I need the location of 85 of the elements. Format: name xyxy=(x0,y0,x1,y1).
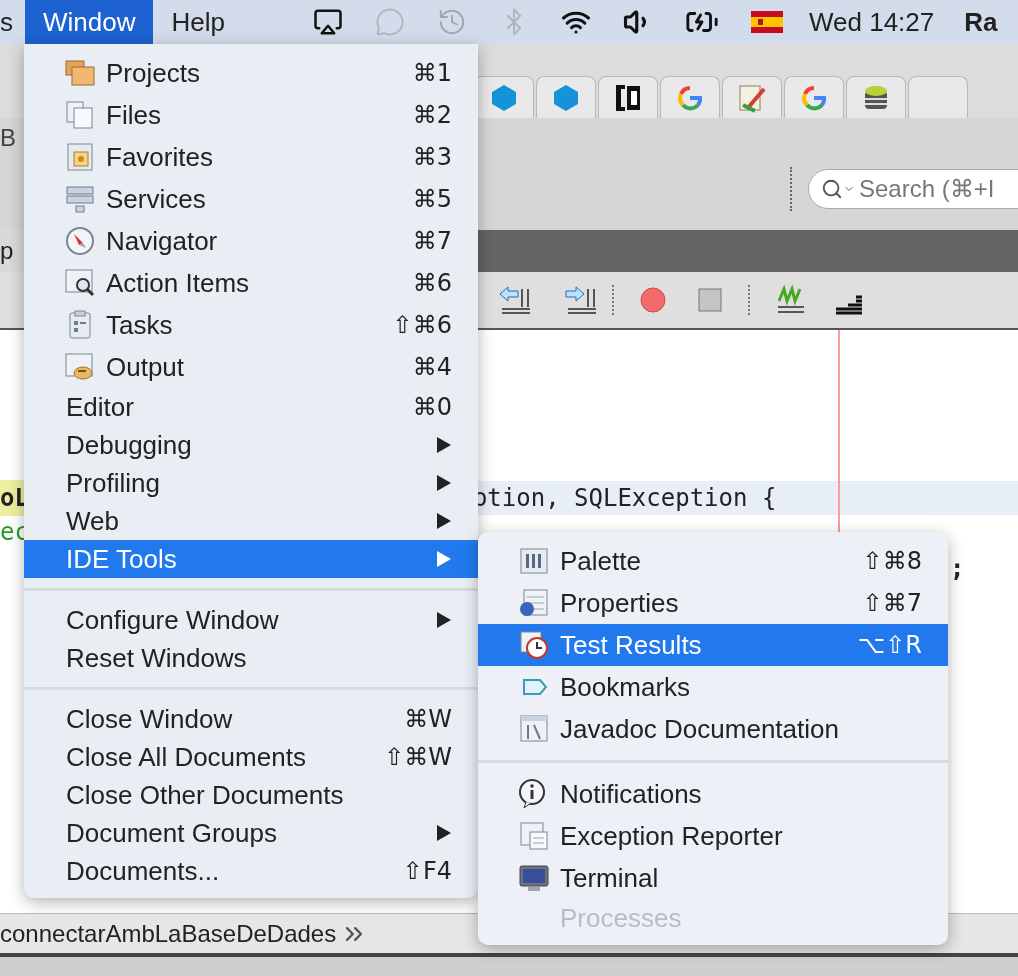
search-icon[interactable] xyxy=(821,178,843,200)
menu-item[interactable]: Navigator ⌘7 xyxy=(24,220,478,262)
shortcut-label: ⇧⌘W xyxy=(384,742,452,773)
compass-icon xyxy=(64,225,96,257)
browser-tab[interactable] xyxy=(846,76,906,118)
menu-item[interactable]: Properties ⇧⌘7 xyxy=(478,582,948,624)
menu-item[interactable]: Test Results ⌥⇧R xyxy=(478,624,948,666)
menu-item[interactable]: Javadoc Documentation xyxy=(478,708,948,750)
shortcut-label: ⇧F4 xyxy=(402,856,452,887)
shortcut-label: ⌥⇧R xyxy=(857,630,922,661)
menu-item[interactable]: Configure Window xyxy=(24,601,478,639)
menu-bar-item[interactable]: s xyxy=(0,0,25,44)
menu-item[interactable]: Projects ⌘1 xyxy=(24,52,478,94)
menu-item[interactable]: Editor ⌘0 xyxy=(24,388,478,426)
shortcut-label: ⌘6 xyxy=(412,268,452,299)
menu-item[interactable]: Exception Reporter xyxy=(478,815,948,857)
folders-icon xyxy=(64,57,96,89)
record-icon[interactable] xyxy=(640,287,666,313)
server-icon xyxy=(64,183,96,215)
menu-item[interactable]: Documents... ⇧F4 xyxy=(24,852,478,890)
notepad-pencil-icon xyxy=(737,82,767,113)
shortcut-label: ⌘W xyxy=(404,704,452,735)
shortcut-label: ⌘2 xyxy=(412,100,452,131)
menu-item[interactable]: Bookmarks xyxy=(478,666,948,708)
shortcut-label: ⇧⌘8 xyxy=(862,546,922,577)
monitor-icon xyxy=(518,862,550,894)
output-window-icon xyxy=(64,351,96,383)
macro-icon[interactable] xyxy=(776,285,806,315)
menu-item[interactable]: Services ⌘5 xyxy=(24,178,478,220)
submenu-arrow-icon xyxy=(436,436,452,454)
submenu-arrow-icon xyxy=(436,611,452,629)
stopwatch-icon xyxy=(518,629,550,661)
hexagon-icon xyxy=(491,83,517,112)
shortcut-label: ⌘0 xyxy=(412,392,452,423)
search-field[interactable]: Search (⌘+I xyxy=(808,169,1018,209)
airplay-icon[interactable] xyxy=(312,7,343,37)
window-title: B xyxy=(0,123,16,153)
menu-item[interactable]: Debugging xyxy=(24,426,478,464)
clock-text[interactable]: Wed 14:27 xyxy=(808,2,935,42)
shortcut-label: ⌘7 xyxy=(412,226,452,257)
menu-item[interactable]: Action Items ⌘6 xyxy=(24,262,478,304)
menu-item[interactable]: Palette ⇧⌘8 xyxy=(478,540,948,582)
window-magnifier-icon xyxy=(64,267,96,299)
shift-right-icon[interactable] xyxy=(564,285,598,315)
menu-item[interactable]: Tasks ⇧⌘6 xyxy=(24,304,478,346)
menu-item[interactable]: Output ⌘4 xyxy=(24,346,478,388)
menu-item[interactable]: Close Other Documents xyxy=(24,776,478,814)
flag-icon[interactable] xyxy=(750,11,783,33)
bracket-logo-icon xyxy=(613,82,643,113)
properties-icon xyxy=(518,587,550,619)
editor-tab[interactable]: p xyxy=(0,230,24,272)
user-name[interactable]: Ra xyxy=(964,2,998,42)
code-text: ; xyxy=(950,554,965,585)
favorites-window-icon xyxy=(64,141,96,173)
menu-item[interactable]: Close Window ⌘W xyxy=(24,700,478,738)
palette-icon xyxy=(518,545,550,577)
shortcut-label: ⇧⌘6 xyxy=(392,310,452,341)
shift-left-icon[interactable] xyxy=(498,285,532,315)
menu-item[interactable]: Favorites ⌘3 xyxy=(24,136,478,178)
shortcut-label: ⌘4 xyxy=(412,352,452,383)
menu-item[interactable]: Reset Windows xyxy=(24,639,478,677)
book-window-icon xyxy=(518,713,550,745)
browser-tab[interactable] xyxy=(598,76,658,118)
shortcut-label: ⌘5 xyxy=(412,184,452,215)
breadcrumb-item[interactable]: connectarAmbLaBaseDeDades xyxy=(0,915,337,952)
g-logo-icon xyxy=(677,84,703,111)
shortcut-label: ⌘3 xyxy=(412,142,452,173)
menu-item[interactable]: Document Groups xyxy=(24,814,478,852)
menu-bar-item[interactable]: Help xyxy=(153,0,243,44)
submenu-arrow-icon xyxy=(436,474,452,492)
files-icon xyxy=(64,99,96,131)
hexagon-icon xyxy=(553,83,579,112)
g-logo-icon xyxy=(801,84,827,111)
submenu-arrow-icon xyxy=(436,550,452,568)
menu-item[interactable]: IDE Tools xyxy=(24,540,478,578)
menu-item[interactable]: Close All Documents ⇧⌘W xyxy=(24,738,478,776)
menu-item[interactable]: Files ⌘2 xyxy=(24,94,478,136)
shortcut-label: ⌘1 xyxy=(412,58,452,89)
submenu-arrow-icon xyxy=(436,512,452,530)
menu-item[interactable]: Terminal xyxy=(478,857,948,899)
submenu-arrow-icon xyxy=(436,824,452,842)
menu-bar-item[interactable]: Window xyxy=(25,0,154,44)
menu-item[interactable]: Notifications xyxy=(478,773,948,815)
shortcut-label: ⇧⌘7 xyxy=(862,588,922,619)
report-window-icon xyxy=(518,820,550,852)
